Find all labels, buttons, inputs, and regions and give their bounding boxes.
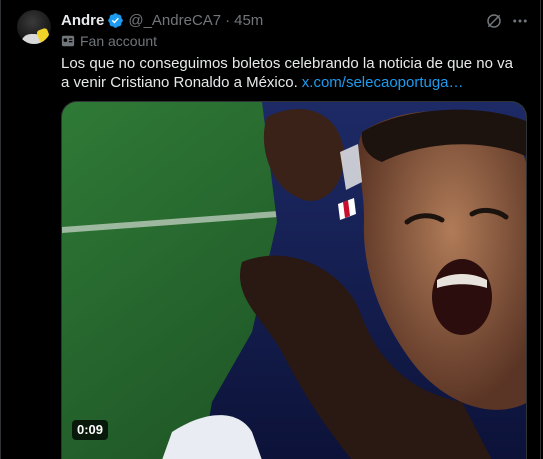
account-label: Fan account (61, 33, 157, 49)
author-name[interactable]: Andre (61, 12, 104, 29)
video-frame (62, 102, 526, 459)
tweet-body: Los que no conseguimos boletos celebrand… (61, 54, 523, 92)
tweet-link[interactable]: x.com/selecaoportuga… (302, 74, 464, 91)
more-icon[interactable] (511, 12, 529, 30)
account-label-text: Fan account (80, 33, 158, 49)
avatar[interactable] (17, 10, 51, 44)
fan-account-label-icon (61, 34, 75, 48)
tweet-timestamp[interactable]: 45m (234, 12, 263, 29)
author-handle[interactable]: @_AndreCA7 (128, 12, 221, 29)
separator-dot: · (225, 11, 231, 29)
video-player[interactable]: 0:09 (61, 101, 527, 459)
tweet-card[interactable]: Andre @_AndreCA7 · 45m Fan account Los q… (0, 0, 541, 459)
verified-badge-icon[interactable] (107, 12, 124, 29)
tweet-header: Andre @_AndreCA7 · 45m (61, 10, 263, 30)
grok-icon[interactable] (485, 12, 503, 30)
video-duration: 0:09 (72, 420, 109, 440)
